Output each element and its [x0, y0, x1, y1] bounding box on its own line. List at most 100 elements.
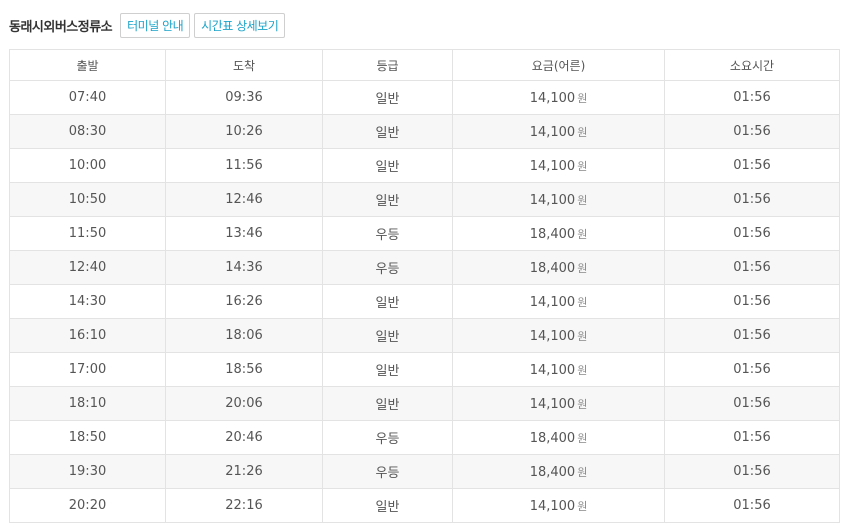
arrive-cell-text: 20:06	[225, 396, 263, 411]
table-row: 19:30 21:26 우등 18,400 원 01:56	[9, 454, 840, 489]
duration-cell: 01:56	[664, 284, 840, 319]
fare-cell-text: 18,400	[529, 226, 576, 242]
duration-cell: 01:56	[664, 454, 840, 489]
grade-cell-text: 우등	[375, 466, 400, 481]
table-row: 17:00 18:56 일반 14,100 원 01:56	[9, 352, 840, 387]
grade-cell: 우등	[322, 420, 453, 455]
table-row: 18:50 20:46 우등 18,400 원 01:56	[9, 420, 840, 455]
arrive-cell: 18:56	[165, 352, 323, 387]
depart-cell: 08:30	[9, 114, 166, 149]
depart-cell: 12:40	[9, 250, 166, 285]
arrive-cell: 14:36	[165, 250, 323, 285]
fare-cell: 14,100 원	[452, 318, 665, 353]
grade-cell: 일반	[322, 352, 453, 387]
grade-cell-text: 일반	[375, 398, 400, 413]
fare-cell: 18,400 원	[452, 454, 665, 489]
depart-cell-text: 18:10	[68, 396, 107, 411]
grade-cell-text: 일반	[375, 296, 400, 311]
depart-cell: 10:50	[9, 182, 166, 217]
fare-cell-text: 14,100	[529, 294, 576, 310]
arrive-cell-text: 10:26	[225, 124, 263, 139]
currency-unit: 원	[577, 295, 588, 309]
arrive-cell: 18:06	[165, 318, 323, 353]
depart-cell-text: 18:50	[68, 430, 107, 445]
timetable-table: 출발 도착 등급 요금(어른) 소요시간 07:40 09:36 일반 14,100 원…	[9, 49, 840, 523]
grade-cell-text: 우등	[375, 228, 400, 243]
fare-cell: 14,100 원	[452, 182, 665, 217]
grade-cell-text: 일반	[375, 92, 400, 107]
grade-cell: 일반	[322, 148, 453, 183]
duration-cell-text: 01:56	[733, 124, 771, 139]
duration-cell: 01:56	[664, 182, 840, 217]
depart-cell: 07:40	[9, 80, 166, 115]
timetable-detail-button[interactable]: 시간표 상세보기	[194, 13, 286, 38]
grade-cell-text: 일반	[375, 126, 400, 141]
timetable: 출발 도착 등급 요금(어른) 소요시간 07:40 09:36 일반 14,100 원…	[9, 49, 840, 523]
arrive-cell: 20:06	[165, 386, 323, 421]
depart-cell-text: 20:20	[68, 498, 107, 513]
depart-cell-text: 14:30	[68, 294, 107, 309]
arrive-cell-text: 21:26	[225, 464, 263, 479]
duration-cell-text: 01:56	[733, 158, 771, 173]
duration-cell-text: 01:56	[733, 430, 771, 445]
duration-cell-text: 01:56	[733, 464, 771, 479]
grade-cell-text: 일반	[375, 330, 400, 345]
currency-unit: 원	[577, 125, 588, 139]
fare-cell-text: 14,100	[529, 124, 576, 140]
fare-cell-text: 14,100	[529, 498, 576, 514]
arrive-cell-text: 18:06	[225, 328, 263, 343]
fare-cell-text: 14,100	[529, 362, 576, 378]
arrive-cell-text: 12:46	[225, 192, 263, 207]
page-title: 동래시외버스정류소	[9, 20, 113, 35]
duration-cell-text: 01:56	[733, 90, 771, 105]
currency-unit: 원	[577, 91, 588, 105]
duration-cell: 01:56	[664, 318, 840, 353]
fare-cell: 14,100 원	[452, 80, 665, 115]
duration-cell: 01:56	[664, 386, 840, 421]
terminal-info-button[interactable]: 터미널 안내	[120, 13, 191, 38]
currency-unit: 원	[577, 227, 588, 241]
arrive-cell-text: 16:26	[225, 294, 263, 309]
depart-cell-text: 08:30	[68, 124, 107, 139]
grade-cell: 일반	[322, 488, 453, 523]
depart-cell: 17:00	[9, 352, 166, 387]
depart-cell: 14:30	[9, 284, 166, 319]
depart-cell-text: 16:10	[68, 328, 107, 343]
currency-unit: 원	[577, 431, 588, 445]
duration-cell: 01:56	[664, 488, 840, 523]
duration-cell-text: 01:56	[733, 192, 771, 207]
depart-cell: 19:30	[9, 454, 166, 489]
duration-cell: 01:56	[664, 148, 840, 183]
depart-cell-text: 11:50	[68, 226, 107, 241]
depart-cell-text: 07:40	[68, 90, 107, 105]
duration-cell: 01:56	[664, 250, 840, 285]
currency-unit: 원	[577, 363, 588, 377]
table-row: 07:40 09:36 일반 14,100 원 01:56	[9, 80, 840, 115]
arrive-cell-text: 11:56	[225, 158, 263, 173]
duration-cell: 01:56	[664, 80, 840, 115]
arrive-cell-text: 18:56	[225, 362, 263, 377]
duration-cell-text: 01:56	[733, 260, 771, 275]
arrive-cell-text: 14:36	[225, 260, 263, 275]
fare-cell-text: 14,100	[529, 192, 576, 208]
fare-cell: 18,400 원	[452, 250, 665, 285]
fare-cell-text: 18,400	[529, 430, 576, 446]
table-row: 16:10 18:06 일반 14,100 원 01:56	[9, 318, 840, 353]
fare-cell-text: 18,400	[529, 464, 576, 480]
depart-cell-text: 19:30	[68, 464, 107, 479]
arrive-cell: 22:16	[165, 488, 323, 523]
grade-cell: 일반	[322, 386, 453, 421]
fare-cell-text: 14,100	[529, 158, 576, 174]
currency-unit: 원	[577, 465, 588, 479]
arrive-cell: 09:36	[165, 80, 323, 115]
depart-cell: 18:50	[9, 420, 166, 455]
column-header-grade: 등급	[322, 49, 453, 81]
depart-cell: 18:10	[9, 386, 166, 421]
duration-cell-text: 01:56	[733, 362, 771, 377]
arrive-cell: 13:46	[165, 216, 323, 251]
currency-unit: 원	[577, 193, 588, 207]
duration-cell-text: 01:56	[733, 226, 771, 241]
table-row: 12:40 14:36 우등 18,400 원 01:56	[9, 250, 840, 285]
grade-cell: 일반	[322, 284, 453, 319]
arrive-cell-text: 13:46	[225, 226, 263, 241]
